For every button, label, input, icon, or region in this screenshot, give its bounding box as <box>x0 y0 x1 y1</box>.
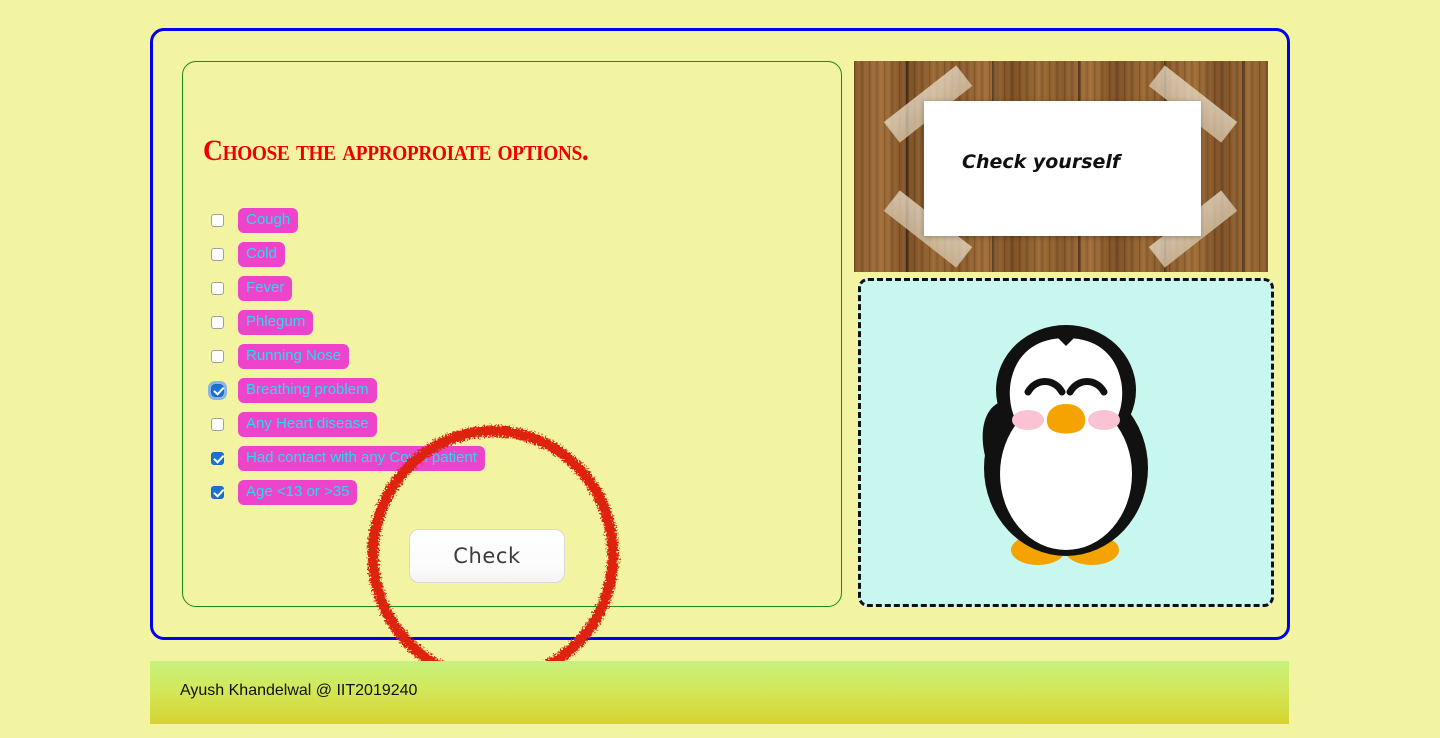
option-label-covid-contact: Had contact with any Covid patient <box>238 445 485 471</box>
penguin-icon <box>982 324 1148 565</box>
option-row-breathing-problem[interactable]: Breathing problem <box>208 373 485 407</box>
option-label-cold: Cold <box>238 241 285 267</box>
wooden-sign-image: Check yourself <box>854 61 1268 272</box>
option-label-breathing-problem: Breathing problem <box>238 377 377 403</box>
option-label-fever: Fever <box>238 275 293 301</box>
page-title: Choose the approproiate options. <box>203 134 589 167</box>
checkbox-running-nose[interactable] <box>211 349 224 363</box>
option-row-covid-contact[interactable]: Had contact with any Covid patient <box>211 441 485 475</box>
option-row-cough[interactable]: Cough <box>211 203 485 237</box>
checkbox-phlegum[interactable] <box>211 315 224 329</box>
option-row-running-nose[interactable]: Running Nose <box>211 339 485 373</box>
option-row-phlegum[interactable]: Phlegum <box>211 305 485 339</box>
checkbox-any-heart-disease[interactable] <box>211 417 224 431</box>
option-row-cold[interactable]: Cold <box>211 237 485 271</box>
option-label-cough: Cough <box>238 207 299 233</box>
page-root: Choose the approproiate options. Cough C… <box>0 0 1440 738</box>
checkbox-breathing-problem[interactable] <box>208 380 227 400</box>
check-button[interactable]: Check <box>409 529 565 583</box>
footer: Ayush Khandelwal @ IIT2019240 <box>150 661 1289 724</box>
checkbox-age-range[interactable] <box>211 485 224 499</box>
option-row-fever[interactable]: Fever <box>211 271 485 305</box>
option-label-any-heart-disease: Any Heart disease <box>238 411 377 437</box>
option-row-age-range[interactable]: Age <13 or >35 <box>211 475 485 509</box>
form-panel: Choose the approproiate options. Cough C… <box>182 61 842 607</box>
symptom-checkbox-list: Cough Cold Fever Phlegum Running Nose Br <box>208 203 485 509</box>
footer-credit: Ayush Khandelwal @ IIT2019240 <box>180 682 418 699</box>
sign-heading: Check yourself <box>962 151 1121 173</box>
plank-seam <box>1242 61 1245 272</box>
sign-paper: Check yourself <box>924 101 1201 236</box>
plank-seam <box>906 61 909 272</box>
option-label-running-nose: Running Nose <box>238 343 350 369</box>
option-label-phlegum: Phlegum <box>238 309 314 335</box>
penguin-illustration-box <box>858 278 1274 607</box>
checkbox-covid-contact[interactable] <box>211 451 224 465</box>
option-label-age-range: Age <13 or >35 <box>238 479 358 505</box>
checkbox-cough[interactable] <box>211 213 224 227</box>
checkbox-fever[interactable] <box>211 281 224 295</box>
checkbox-cold[interactable] <box>211 247 224 261</box>
option-row-any-heart-disease[interactable]: Any Heart disease <box>211 407 485 441</box>
